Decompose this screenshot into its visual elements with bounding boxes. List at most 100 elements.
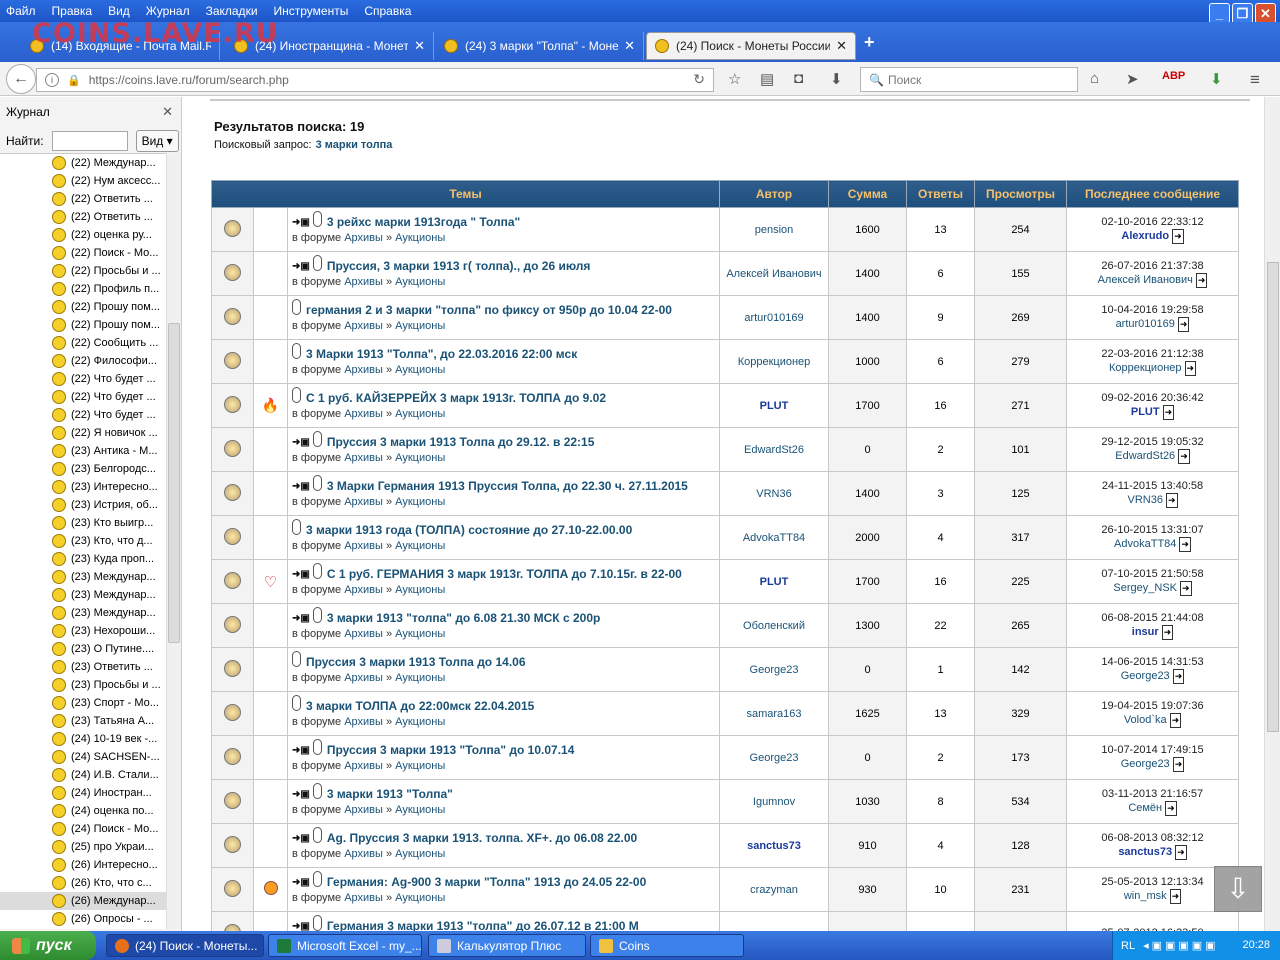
author-link[interactable]: PLUT <box>760 576 789 588</box>
last-post-user[interactable]: AdvokaTT84 <box>1114 538 1176 550</box>
sidebar-history-item[interactable]: (23) Междунар... <box>0 568 166 586</box>
sidebar-history-item[interactable]: (24) оценка по... <box>0 802 166 820</box>
sidebar-history-item[interactable]: (23) Истрия, об... <box>0 496 166 514</box>
last-post-user[interactable]: Алексей Иванович <box>1098 274 1193 286</box>
author-link[interactable]: Коррекционер <box>738 356 811 368</box>
sidebar-history-item[interactable]: (22) Ответить ... <box>0 208 166 226</box>
goto-new-icon[interactable]: ➜▣ <box>292 261 310 272</box>
forum-link-auctions[interactable]: Аукционы <box>395 848 445 860</box>
task-excel[interactable]: Microsoft Excel - my_... <box>268 934 422 957</box>
forum-link-auctions[interactable]: Аукционы <box>395 892 445 904</box>
forum-link-archive[interactable]: Архивы <box>344 496 383 508</box>
last-post-user[interactable]: artur010169 <box>1116 318 1175 330</box>
forum-link-auctions[interactable]: Аукционы <box>395 452 445 464</box>
sidebar-history-item[interactable]: (23) Антика - М... <box>0 442 166 460</box>
scrollbar-thumb[interactable] <box>168 323 180 643</box>
forum-link-auctions[interactable]: Аукционы <box>395 496 445 508</box>
topic-title-link[interactable]: 3 марки 1913 "толпа" до 6.08 21.30 МСК с… <box>327 611 601 625</box>
sidebar-history-item[interactable]: (24) SACHSEN-... <box>0 748 166 766</box>
forum-link-archive[interactable]: Архивы <box>344 804 383 816</box>
forum-link-auctions[interactable]: Аукционы <box>395 276 445 288</box>
author-link[interactable]: samara163 <box>746 708 801 720</box>
forum-link-auctions[interactable]: Аукционы <box>395 320 445 332</box>
goto-new-icon[interactable]: ➜▣ <box>292 921 310 932</box>
goto-new-icon[interactable]: ➜▣ <box>292 481 310 492</box>
tab-search-active[interactable]: (24) Поиск - Монеты России ... ✕ <box>646 32 856 60</box>
author-link[interactable]: sanctus73 <box>747 840 801 852</box>
tab-close-icon[interactable]: ✕ <box>414 38 425 54</box>
language-indicator[interactable]: RL <box>1121 940 1135 952</box>
forum-link-archive[interactable]: Архивы <box>344 408 383 420</box>
menu-help[interactable]: Справка <box>364 4 411 18</box>
author-link[interactable]: PLUT <box>760 400 789 412</box>
sidebar-history-item[interactable]: (24) Поиск - Мо... <box>0 820 166 838</box>
last-post-user[interactable]: win_msk <box>1124 890 1167 902</box>
author-link[interactable]: EdwardSt26 <box>744 444 804 456</box>
forum-link-archive[interactable]: Архивы <box>344 320 383 332</box>
goto-new-icon[interactable]: ➜▣ <box>292 833 310 844</box>
topic-title-link[interactable]: 3 Марки 1913 "Толпа", до 22.03.2016 22:0… <box>306 347 577 361</box>
forum-link-archive[interactable]: Архивы <box>344 892 383 904</box>
author-link[interactable]: Igumnov <box>753 796 795 808</box>
sidebar-history-item[interactable]: (23) Белгородс... <box>0 460 166 478</box>
author-link[interactable]: Алексей Иванович <box>726 268 821 280</box>
goto-last-post-icon[interactable]: ➜ <box>1178 448 1190 464</box>
goto-new-icon[interactable]: ➜▣ <box>292 613 310 624</box>
menu-file[interactable]: Файл <box>6 4 36 18</box>
topic-title-link[interactable]: С 1 руб. ГЕРМАНИЯ 3 марк 1913г. ТОЛПА до… <box>327 567 682 581</box>
start-button[interactable]: пуск <box>0 931 96 960</box>
topic-title-link[interactable]: Ag. Пруссия 3 марки 1913. толпа. XF+. до… <box>327 831 637 845</box>
menu-history[interactable]: Журнал <box>146 4 190 18</box>
author-link[interactable]: artur010169 <box>744 312 803 324</box>
menu-bookmarks[interactable]: Закладки <box>206 4 258 18</box>
back-arrow-icon[interactable]: ← <box>6 64 36 94</box>
topic-title-link[interactable]: 3 марки ТОЛПА до 22:00мск 22.04.2015 <box>306 699 534 713</box>
sidebar-history-item[interactable]: (23) Междунар... <box>0 604 166 622</box>
topic-title-link[interactable]: Пруссия 3 марки 1913 "Толпа" до 10.07.14 <box>327 743 575 757</box>
goto-last-post-icon[interactable]: ➜ <box>1169 888 1182 904</box>
sidebar-history-item[interactable]: (22) Что будет ... <box>0 406 166 424</box>
forum-link-archive[interactable]: Архивы <box>344 584 383 596</box>
goto-last-post-icon[interactable]: ➜ <box>1195 272 1208 288</box>
sidebar-history-item[interactable]: (22) Нум аксесс... <box>0 172 166 190</box>
author-link[interactable]: Оболенский <box>743 620 805 632</box>
sidebar-history-item[interactable]: (23) Татьяна А... <box>0 712 166 730</box>
sidebar-history-item[interactable]: (22) Профиль п... <box>0 280 166 298</box>
goto-new-icon[interactable]: ➜▣ <box>292 789 310 800</box>
topic-title-link[interactable]: 3 марки 1913 "Толпа" <box>327 787 453 801</box>
goto-last-post-icon[interactable]: ➜ <box>1165 492 1178 508</box>
sidebar-history-item[interactable]: (22) Ответить ... <box>0 190 166 208</box>
goto-last-post-icon[interactable]: ➜ <box>1169 712 1182 728</box>
forum-link-archive[interactable]: Архивы <box>344 276 383 288</box>
page-scrollbar[interactable] <box>1264 97 1280 931</box>
author-link[interactable]: George23 <box>750 752 799 764</box>
author-link[interactable]: VRN36 <box>756 488 791 500</box>
sidebar-history-item[interactable]: (22) Что будет ... <box>0 388 166 406</box>
forum-link-auctions[interactable]: Аукционы <box>395 760 445 772</box>
last-post-user[interactable]: George23 <box>1121 758 1170 770</box>
info-icon[interactable]: i <box>45 73 59 87</box>
goto-new-icon[interactable]: ➜▣ <box>292 745 310 756</box>
sidebar-history-item[interactable]: (22) Поиск - Мо... <box>0 244 166 262</box>
last-post-user[interactable]: PLUT <box>1131 406 1160 418</box>
home-icon[interactable]: ⌂ <box>1090 70 1099 87</box>
forum-link-archive[interactable]: Архивы <box>344 452 383 464</box>
goto-last-post-icon[interactable]: ➜ <box>1165 800 1177 816</box>
forum-link-auctions[interactable]: Аукционы <box>395 408 445 420</box>
goto-new-icon[interactable]: ➜▣ <box>292 217 310 228</box>
sidebar-history-item[interactable]: (23) Просьбы и ... <box>0 676 166 694</box>
sidebar-history-item[interactable]: (23) Интересно... <box>0 478 166 496</box>
author-link[interactable]: George23 <box>750 664 799 676</box>
forum-link-auctions[interactable]: Аукционы <box>395 628 445 640</box>
hamburger-menu-icon[interactable]: ≡ <box>1250 70 1260 90</box>
forum-link-auctions[interactable]: Аукционы <box>395 540 445 552</box>
bookmark-star-icon[interactable]: ☆ <box>728 70 741 88</box>
download-icon[interactable]: ⬇ <box>830 70 843 88</box>
tab-close-icon[interactable]: ✕ <box>836 38 847 54</box>
goto-last-post-icon[interactable]: ➜ <box>1172 668 1185 684</box>
forum-link-archive[interactable]: Архивы <box>344 540 383 552</box>
sidebar-history-item[interactable]: (26) Кто, что с... <box>0 874 166 892</box>
sidebar-history-item[interactable]: (26) Междунар... <box>0 892 166 910</box>
topic-title-link[interactable]: 3 рейхс марки 1913года " Толпа" <box>327 215 520 229</box>
goto-new-icon[interactable]: ➜▣ <box>292 437 310 448</box>
